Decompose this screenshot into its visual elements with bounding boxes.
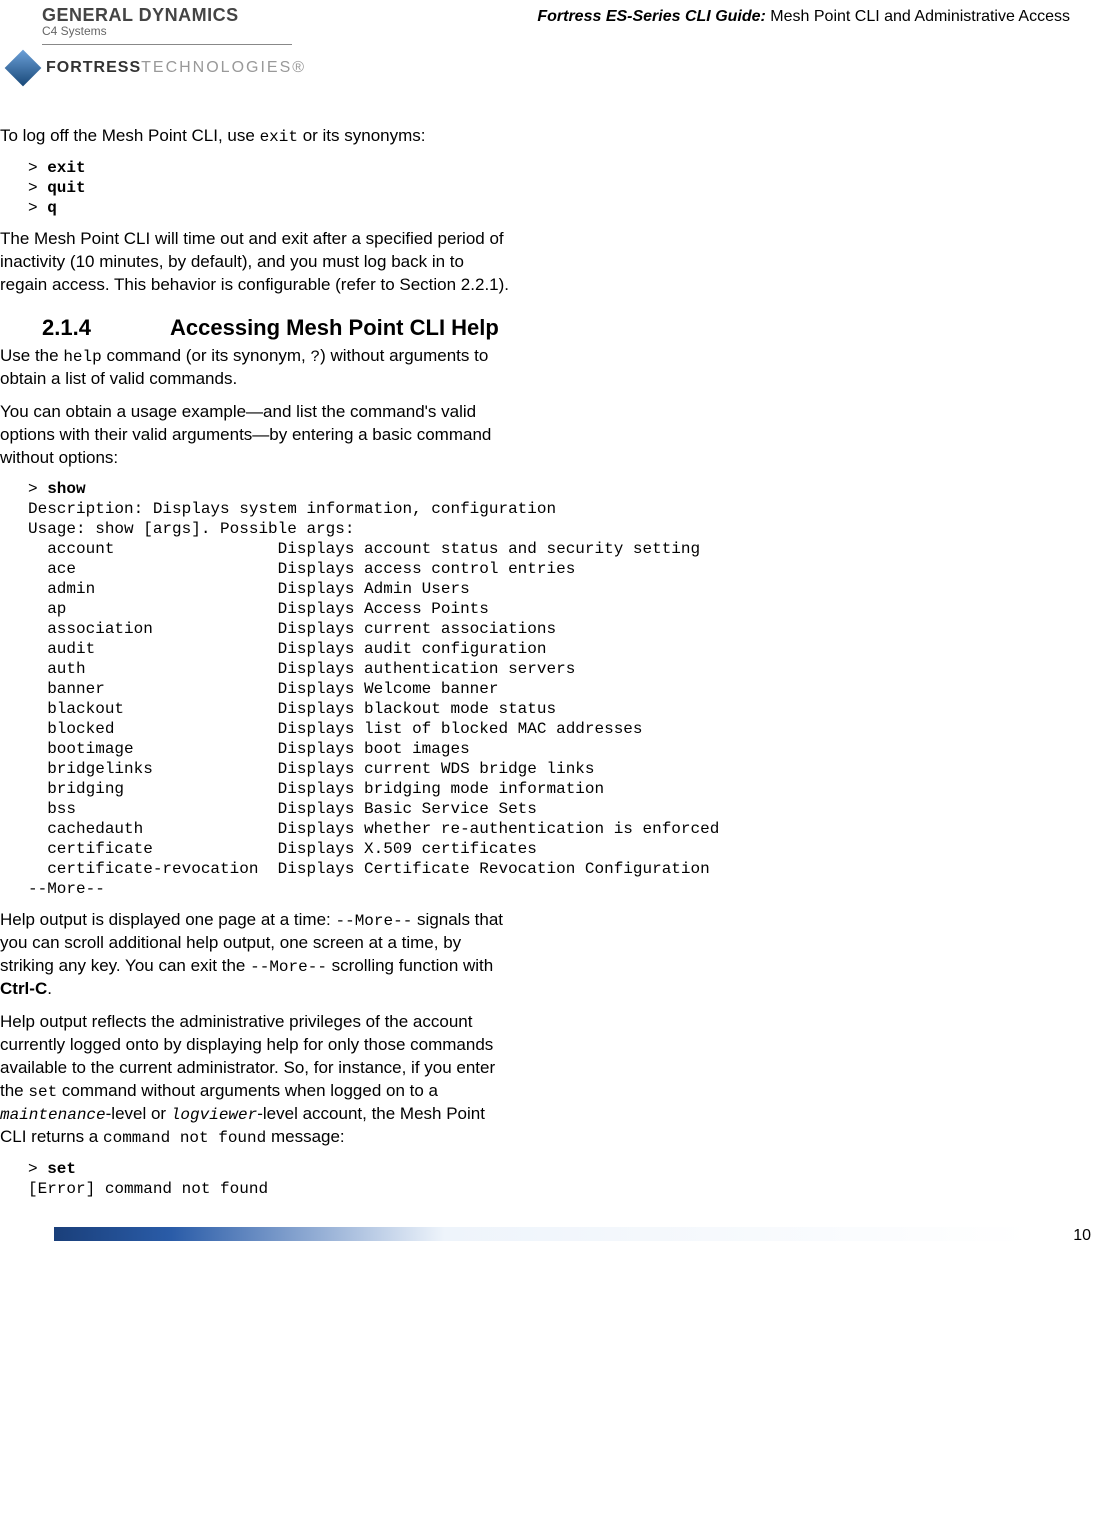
footer-bar	[54, 1227, 1030, 1241]
inline-code-more: --More--	[336, 912, 413, 930]
fortress-tech-word: TECHNOLOGIES®	[141, 59, 306, 76]
inline-code-maintenance: maintenance	[0, 1106, 106, 1124]
inline-code-cmd-not-found: command not found	[103, 1129, 266, 1147]
page-header: GENERAL DYNAMICS C4 Systems FORTRESSTECH…	[0, 0, 1070, 81]
inline-code-set: set	[28, 1083, 57, 1101]
code-block-exit-commands: > exit > quit > q	[28, 158, 1070, 218]
section-heading: 2.1.4 Accessing Mesh Point CLI Help	[0, 315, 1070, 341]
fortress-logo-text: FORTRESSTECHNOLOGIES®	[46, 59, 306, 77]
text-fragment: command without arguments when logged on…	[57, 1081, 438, 1100]
prompt: >	[28, 1160, 47, 1178]
fortress-word: FORTRESS	[46, 59, 141, 76]
text-fragment: -level or	[106, 1104, 171, 1123]
text-fragment: command (or its synonym,	[102, 346, 311, 365]
prompt: >	[28, 159, 47, 177]
header-title: Fortress ES-Series CLI Guide: Mesh Point…	[537, 6, 1070, 26]
logo-underline	[42, 44, 292, 45]
text-fragment: or its synonyms:	[298, 126, 426, 145]
text-fragment: .	[47, 979, 52, 998]
gd-logo-text: GENERAL DYNAMICS	[42, 6, 306, 24]
section-number: 2.1.4	[42, 315, 170, 341]
section-title: Accessing Mesh Point CLI Help	[170, 315, 499, 341]
paragraph-help-intro: Use the help command (or its synonym, ?)…	[0, 345, 510, 391]
inline-code-help: help	[63, 348, 101, 366]
fortress-logo-row: FORTRESSTECHNOLOGIES®	[10, 55, 306, 81]
text-fragment: To log off the Mesh Point CLI, use	[0, 126, 260, 145]
inline-code-exit: exit	[260, 128, 298, 146]
cmd-exit: exit	[47, 159, 85, 177]
diamond-icon	[5, 50, 42, 87]
cmd-show: show	[47, 480, 85, 498]
page-container: GENERAL DYNAMICS C4 Systems FORTRESSTECH…	[0, 0, 1095, 1241]
text-fragment: Use the	[0, 346, 63, 365]
inline-code-logviewer: logviewer	[171, 1106, 257, 1124]
set-output: [Error] command not found	[28, 1180, 268, 1198]
paragraph-logoff-intro: To log off the Mesh Point CLI, use exit …	[0, 125, 510, 148]
cmd-quit: quit	[47, 179, 85, 197]
text-fragment: scrolling function with	[327, 956, 493, 975]
cmd-q: q	[47, 199, 57, 217]
page-number: 10	[1073, 1227, 1091, 1245]
text-fragment: message:	[266, 1127, 344, 1146]
code-block-show: > show Description: Displays system info…	[28, 479, 1070, 899]
paragraph-more-explain: Help output is displayed one page at a t…	[0, 909, 510, 1001]
logo-block: GENERAL DYNAMICS C4 Systems FORTRESSTECH…	[42, 6, 306, 81]
inline-code-question: ?	[311, 348, 321, 366]
paragraph-usage-example: You can obtain a usage example—and list …	[0, 401, 510, 470]
prompt: >	[28, 199, 47, 217]
paragraph-timeout: The Mesh Point CLI will time out and exi…	[0, 228, 510, 297]
cmd-set: set	[47, 1160, 76, 1178]
header-title-italic: Fortress ES-Series CLI Guide:	[537, 8, 766, 25]
gd-subtext: C4 Systems	[42, 24, 306, 38]
show-output: Description: Displays system information…	[28, 500, 719, 898]
header-title-rest: Mesh Point CLI and Administrative Access	[766, 8, 1070, 25]
ctrl-c-label: Ctrl-C	[0, 979, 47, 998]
prompt: >	[28, 480, 47, 498]
text-fragment: Help output is displayed one page at a t…	[0, 910, 336, 929]
inline-code-more: --More--	[250, 958, 327, 976]
code-block-set-error: > set [Error] command not found	[28, 1159, 1070, 1199]
paragraph-privileges: Help output reflects the administrative …	[0, 1011, 510, 1149]
prompt: >	[28, 179, 47, 197]
